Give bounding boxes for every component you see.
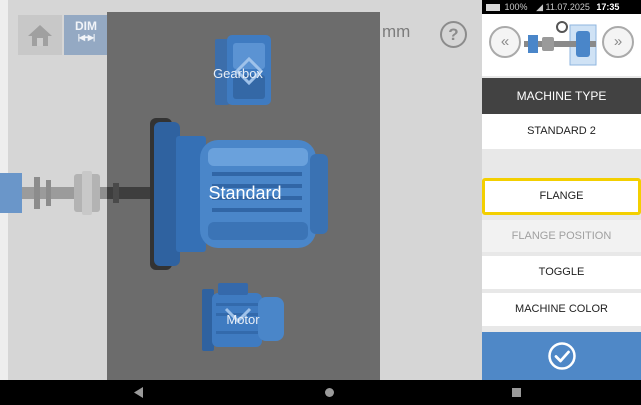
previous-machine-button[interactable]: « [489, 26, 521, 58]
machine-settings-panel: « » MACHINE TYPE STANDARD 2 FLANGE FLANG… [482, 14, 641, 380]
confirm-button[interactable] [482, 332, 641, 380]
triangle-back-icon[interactable] [134, 387, 144, 398]
next-machine-button[interactable]: » [602, 26, 634, 58]
chevron-double-left-icon: « [500, 33, 510, 50]
home-button[interactable] [18, 15, 62, 55]
help-button[interactable]: ? [440, 21, 467, 48]
machine-train-thumbnail[interactable] [522, 19, 600, 69]
circle-home-icon[interactable] [325, 388, 334, 397]
home-icon [28, 25, 52, 46]
signal-icon: ◢ [536, 2, 543, 12]
chevron-double-right-icon: » [613, 33, 623, 50]
status-time: 17:35 [596, 2, 620, 12]
battery-icon [486, 4, 500, 11]
status-bar: 100% ◢ 11.07.2025 17:35 [482, 0, 641, 14]
gearbox-label: Gearbox [213, 66, 263, 81]
flange-option[interactable]: FLANGE [482, 178, 641, 215]
checkmark-circle-icon [547, 342, 576, 370]
dim-label: DIM [75, 19, 97, 33]
android-nav-bar [0, 380, 641, 405]
help-icon: ? [448, 25, 459, 44]
motor-label: Motor [226, 312, 260, 327]
dimension-arrows-icon: |◀━▶| [77, 33, 96, 42]
selected-machine-type[interactable]: STANDARD 2 [482, 114, 641, 149]
machine-navigator: « » [482, 14, 641, 76]
panel-title: MACHINE TYPE [482, 78, 641, 114]
status-date: 11.07.2025 [545, 2, 590, 12]
toggle-option[interactable]: TOGGLE [482, 256, 641, 289]
dim-button[interactable]: DIM |◀━▶| [64, 15, 108, 55]
machine-stage: DIM |◀━▶| ⊚ ⊚ mm ? Gearbox [0, 0, 482, 380]
flange-position-option[interactable]: FLANGE POSITION [482, 220, 641, 252]
standard-label: Standard [208, 183, 282, 203]
unit-label[interactable]: mm [382, 22, 410, 42]
square-recent-icon[interactable] [512, 388, 521, 397]
battery-level: 100% [504, 2, 528, 12]
machine-color-option[interactable]: MACHINE COLOR [482, 293, 641, 326]
